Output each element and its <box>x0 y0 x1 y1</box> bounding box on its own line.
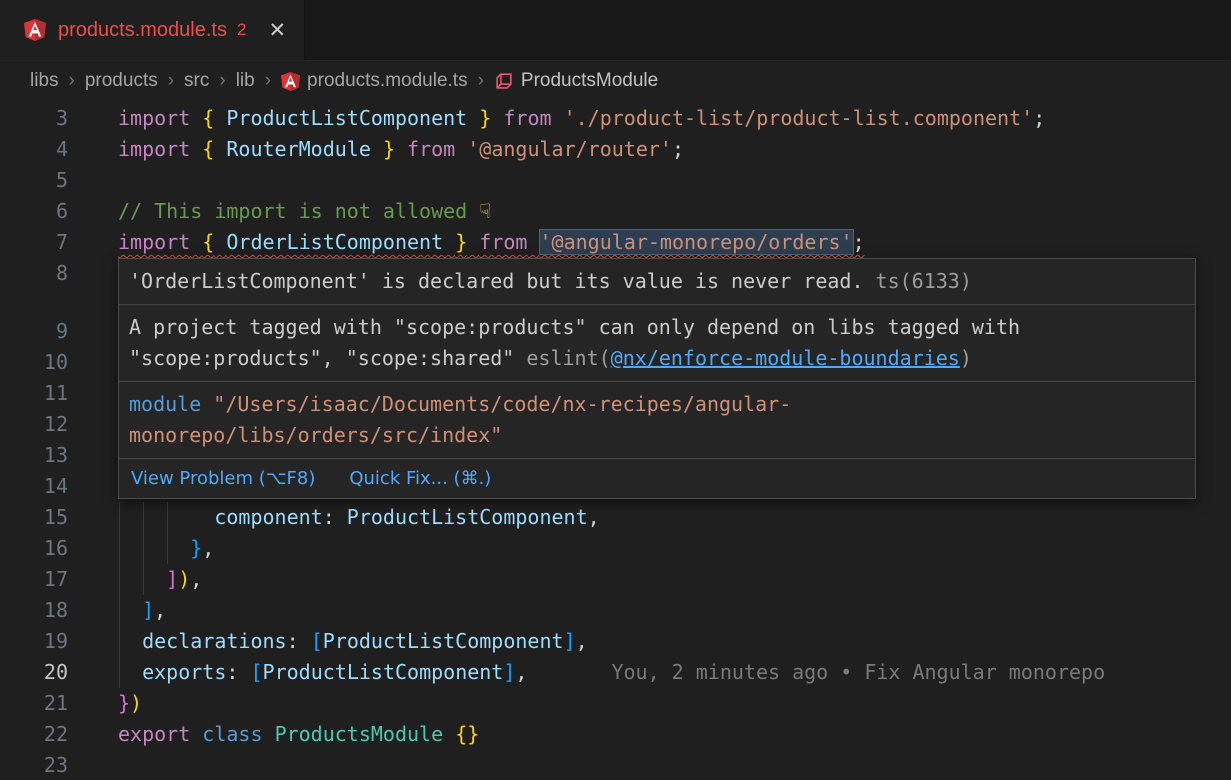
eslint-rule-link[interactable]: @nx/enforce-module-boundaries <box>611 346 960 370</box>
breadcrumb-item-productsmodule[interactable]: ProductsModule <box>494 70 658 92</box>
line-number[interactable]: 10 <box>0 347 68 378</box>
line-number[interactable]: 16 <box>0 533 68 564</box>
indent-guide <box>167 533 168 564</box>
line-number[interactable]: 12 <box>0 409 68 440</box>
line-number[interactable]: 11 <box>0 378 68 409</box>
tab-title: products.module.ts <box>58 19 227 42</box>
line-content[interactable]: ]), <box>118 564 1231 595</box>
line-number[interactable]: 4 <box>0 134 68 165</box>
line-content[interactable]: }, <box>118 533 1231 564</box>
breadcrumb: libs › products › src › lib › products.module.ts… <box>0 61 1231 101</box>
line-number[interactable]: 6 <box>0 196 68 227</box>
tab-problems-badge: 2 <box>237 20 246 40</box>
code-line[interactable]: 7 import { OrderListComponent } from '@an… <box>0 227 1231 258</box>
line-number[interactable]: 8 <box>0 258 68 289</box>
code-line[interactable]: 6 // This import is not allowed ☟ <box>0 196 1231 227</box>
line-number[interactable]: 5 <box>0 165 68 196</box>
indent-guide <box>143 564 144 595</box>
code-line[interactable]: 5 <box>0 165 1231 196</box>
line-content[interactable] <box>118 750 1231 780</box>
line-content[interactable]: import { OrderListComponent } from '@ang… <box>118 227 1231 258</box>
quick-fix-action[interactable]: Quick Fix... (⌘.) <box>349 463 491 494</box>
line-content[interactable]: import { ProductListComponent } from './… <box>118 103 1231 134</box>
git-blame-annotation: You, 2 minutes ago • Fix Angular monorep… <box>611 660 1105 684</box>
close-icon[interactable]: ✕ <box>268 20 286 41</box>
code-line[interactable]: 20 exports: [ProductListComponent],You, … <box>0 657 1231 688</box>
line-number[interactable]: 7 <box>0 227 68 258</box>
hover-module-path: module "/Users/isaac/Documents/code/nx-r… <box>119 382 1195 459</box>
code-line[interactable]: 16 }, <box>0 533 1231 564</box>
hover-actions: View Problem (⌥F8) Quick Fix... (⌘.) <box>119 459 1195 498</box>
breadcrumb-separator-icon: › <box>219 70 225 92</box>
line-content[interactable]: import { RouterModule } from '@angular/r… <box>118 134 1231 165</box>
line-number[interactable]: 3 <box>0 103 68 134</box>
code-line[interactable]: 23 <box>0 750 1231 780</box>
code-line[interactable]: 19 declarations: [ProductListComponent], <box>0 626 1231 657</box>
breadcrumb-item-libs[interactable]: libs <box>30 70 59 92</box>
code-line[interactable]: 4 import { RouterModule } from '@angular/… <box>0 134 1231 165</box>
indent-guide <box>119 657 120 688</box>
line-number[interactable]: 23 <box>0 750 68 780</box>
indent-guide <box>143 502 144 533</box>
indent-guide <box>119 564 120 595</box>
indent-guide <box>119 533 120 564</box>
line-content[interactable]: exports: [ProductListComponent],You, 2 m… <box>118 657 1231 688</box>
code-line[interactable]: 21}) <box>0 688 1231 719</box>
line-number[interactable]: 14 <box>0 471 68 502</box>
code-line[interactable]: 18 ], <box>0 595 1231 626</box>
line-content[interactable]: export class ProductsModule {} <box>118 719 1231 750</box>
line-number[interactable]: 13 <box>0 440 68 471</box>
breadcrumb-separator-icon: › <box>478 70 484 92</box>
class-icon <box>494 71 514 91</box>
ts-diagnostic-code: ts(6133) <box>864 269 972 293</box>
breadcrumb-separator-icon: › <box>265 70 271 92</box>
indent-guide <box>119 626 120 657</box>
indent-guide <box>143 533 144 564</box>
code-line[interactable]: 22 export class ProductsModule {} <box>0 719 1231 750</box>
view-problem-action[interactable]: View Problem (⌥F8) <box>131 463 315 494</box>
line-number[interactable]: 18 <box>0 595 68 626</box>
breadcrumb-item-products-module-ts[interactable]: products.module.ts <box>281 70 468 92</box>
breadcrumb-item-src[interactable]: src <box>184 70 209 92</box>
tab-products-module[interactable]: products.module.ts 2 ✕ <box>0 0 305 60</box>
hover-eslint-message: A project tagged with "scope:products" c… <box>119 305 1195 382</box>
breadcrumb-item-lib[interactable]: lib <box>236 70 255 92</box>
line-number[interactable]: 19 <box>0 626 68 657</box>
line-content[interactable]: }) <box>118 688 1231 719</box>
indent-guide <box>119 595 120 626</box>
line-content[interactable]: declarations: [ProductListComponent], <box>118 626 1231 657</box>
tab-bar: products.module.ts 2 ✕ <box>0 0 1231 61</box>
code-line[interactable]: 15 component: ProductListComponent, <box>0 502 1231 533</box>
line-content[interactable]: // This import is not allowed ☟ <box>118 196 1231 227</box>
error-squiggle: import { OrderListComponent } from '@ang… <box>118 230 865 254</box>
ts-diagnostic-text: 'OrderListComponent' is declared but its… <box>129 269 864 293</box>
breadcrumb-item-products[interactable]: products <box>85 70 158 92</box>
line-number[interactable]: 15 <box>0 502 68 533</box>
line-number[interactable]: 20 <box>0 657 68 688</box>
line-content[interactable]: ], <box>118 595 1231 626</box>
line-number[interactable]: 9 <box>0 316 68 347</box>
line-number[interactable]: 22 <box>0 719 68 750</box>
breadcrumb-separator-icon: › <box>69 70 75 92</box>
breadcrumb-separator-icon: › <box>168 70 174 92</box>
code-line[interactable]: 3 import { ProductListComponent } from '.… <box>0 103 1231 134</box>
line-number[interactable]: 17 <box>0 564 68 595</box>
hover-ts-message: 'OrderListComponent' is declared but its… <box>119 259 1195 305</box>
angular-icon <box>24 18 46 42</box>
line-content[interactable] <box>118 165 1231 196</box>
indent-guide <box>119 502 120 533</box>
line-content[interactable]: component: ProductListComponent, <box>118 502 1231 533</box>
indent-guide <box>167 502 168 533</box>
angular-icon <box>281 71 300 92</box>
code-line[interactable]: 17 ]), <box>0 564 1231 595</box>
line-number[interactable]: 21 <box>0 688 68 719</box>
hover-popup: 'OrderListComponent' is declared but its… <box>118 258 1196 499</box>
